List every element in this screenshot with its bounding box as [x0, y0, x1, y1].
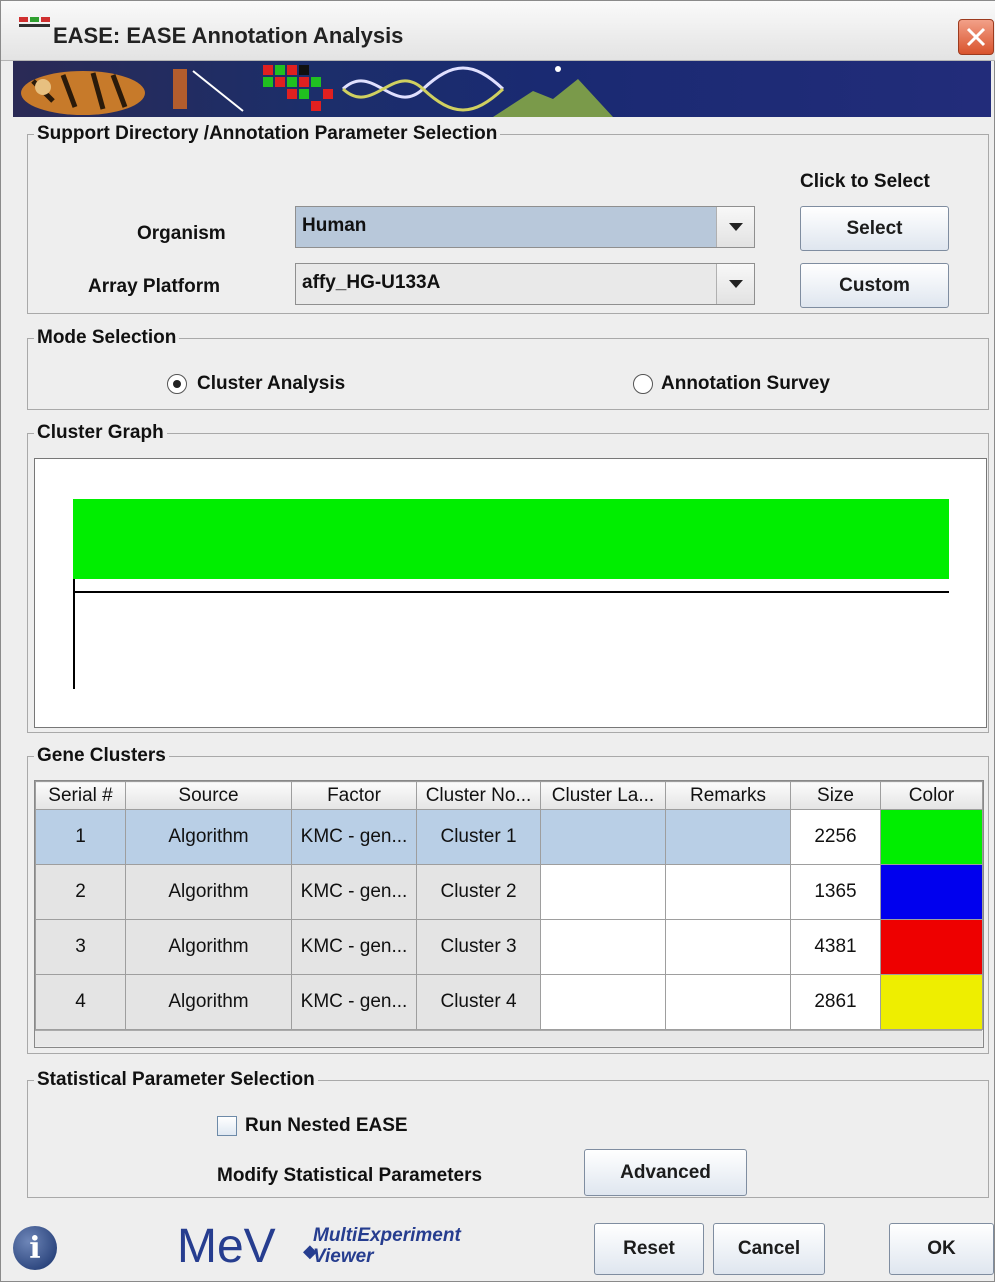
- column-header[interactable]: Cluster La...: [540, 781, 666, 810]
- organism-label: Organism: [137, 223, 226, 244]
- close-button[interactable]: [958, 19, 994, 55]
- cluster-analysis-radio[interactable]: [167, 374, 187, 394]
- info-icon[interactable]: i: [13, 1226, 57, 1270]
- app-icon: [19, 17, 50, 27]
- table-row[interactable]: 1 Algorithm KMC - gen... Cluster 1 2256: [35, 809, 983, 865]
- column-header[interactable]: Size: [790, 781, 881, 810]
- stats-group-title: Statistical Parameter Selection: [34, 1069, 318, 1091]
- chevron-down-icon[interactable]: [716, 264, 754, 304]
- array-platform-combo[interactable]: affy_HG-U133A: [295, 263, 755, 305]
- cluster-label-cell[interactable]: [540, 809, 666, 865]
- cluster-cell[interactable]: Cluster 3: [416, 919, 541, 975]
- remarks-cell[interactable]: [665, 809, 791, 865]
- modify-statistical-parameters-label: Modify Statistical Parameters: [217, 1165, 483, 1186]
- table-row[interactable]: 3 Algorithm KMC - gen... Cluster 3 4381: [35, 919, 983, 975]
- size-cell[interactable]: 4381: [790, 919, 881, 975]
- ease-dialog: EASE: EASE Annotation Analysis Support D…: [0, 0, 995, 1282]
- window-title: EASE: EASE Annotation Analysis: [53, 23, 404, 48]
- cluster-cell[interactable]: Cluster 2: [416, 864, 541, 920]
- remarks-cell[interactable]: [665, 864, 791, 920]
- size-cell[interactable]: 1365: [790, 864, 881, 920]
- annotation-survey-radio[interactable]: [633, 374, 653, 394]
- source-cell[interactable]: Algorithm: [125, 809, 292, 865]
- color-swatch-cell[interactable]: [880, 864, 983, 920]
- chevron-down-icon[interactable]: [716, 207, 754, 247]
- remarks-cell[interactable]: [665, 974, 791, 1030]
- factor-cell[interactable]: KMC - gen...: [291, 919, 417, 975]
- close-icon: [966, 27, 986, 47]
- cluster-label-cell[interactable]: [540, 919, 666, 975]
- source-cell[interactable]: Algorithm: [125, 864, 292, 920]
- mev-logo: MeV: [177, 1220, 276, 1273]
- statistical-parameter-group: Statistical Parameter Selection: [27, 1069, 989, 1198]
- table-row[interactable]: 2 Algorithm KMC - gen... Cluster 2 1365: [35, 864, 983, 920]
- cancel-button[interactable]: Cancel: [713, 1223, 825, 1275]
- banner-image: [21, 65, 613, 117]
- factor-cell[interactable]: KMC - gen...: [291, 974, 417, 1030]
- size-cell[interactable]: 2861: [790, 974, 881, 1030]
- factor-cell[interactable]: KMC - gen...: [291, 864, 417, 920]
- serial-cell[interactable]: 4: [35, 974, 126, 1030]
- cluster-cell[interactable]: Cluster 1: [416, 809, 541, 865]
- array-platform-label: Array Platform: [88, 276, 220, 297]
- clusters-table: Serial # Source Factor Cluster No... Clu…: [35, 781, 983, 1030]
- source-cell[interactable]: Algorithm: [125, 974, 292, 1030]
- column-header[interactable]: Color: [880, 781, 983, 810]
- mode-selection-group: Mode Selection: [27, 327, 989, 410]
- color-swatch-cell[interactable]: [880, 809, 983, 865]
- cluster-analysis-label[interactable]: Cluster Analysis: [197, 373, 345, 395]
- array-platform-value: affy_HG-U133A: [302, 272, 441, 293]
- cluster-graph-bar: [73, 499, 949, 579]
- column-header[interactable]: Cluster No...: [416, 781, 541, 810]
- graph-y-axis: [73, 579, 75, 689]
- mode-group-title: Mode Selection: [34, 327, 180, 349]
- cluster-label-cell[interactable]: [540, 864, 666, 920]
- serial-cell[interactable]: 1: [35, 809, 126, 865]
- column-header[interactable]: Source: [125, 781, 292, 810]
- size-cell[interactable]: 2256: [790, 809, 881, 865]
- logo-subtitle-line-2: Viewer: [313, 1246, 374, 1267]
- graph-x-axis: [73, 591, 949, 593]
- mev-logo-subtitle: MultiExperiment Viewer: [313, 1225, 461, 1267]
- serial-cell[interactable]: 2: [35, 864, 126, 920]
- custom-button[interactable]: Custom: [800, 263, 949, 308]
- title-bar[interactable]: EASE: EASE Annotation Analysis: [1, 1, 995, 61]
- advanced-button[interactable]: Advanced: [584, 1149, 747, 1196]
- color-swatch-cell[interactable]: [880, 974, 983, 1030]
- clusters-group-title: Gene Clusters: [34, 745, 169, 767]
- column-header[interactable]: Serial #: [35, 781, 126, 810]
- cluster-graph-canvas: [34, 458, 987, 728]
- logo-subtitle-line-1: MultiExperiment: [313, 1225, 461, 1246]
- source-cell[interactable]: Algorithm: [125, 919, 292, 975]
- remarks-cell[interactable]: [665, 919, 791, 975]
- organism-combo[interactable]: Human: [295, 206, 755, 248]
- column-header[interactable]: Remarks: [665, 781, 791, 810]
- header-banner: [13, 61, 991, 117]
- factor-cell[interactable]: KMC - gen...: [291, 809, 417, 865]
- organism-value: Human: [302, 215, 367, 236]
- horizontal-scrollbar[interactable]: [35, 1030, 982, 1046]
- cluster-cell[interactable]: Cluster 4: [416, 974, 541, 1030]
- color-swatch-cell[interactable]: [880, 919, 983, 975]
- click-to-select-label: Click to Select: [800, 171, 930, 192]
- graph-group-title: Cluster Graph: [34, 422, 167, 444]
- select-button[interactable]: Select: [800, 206, 949, 251]
- cluster-label-cell[interactable]: [540, 974, 666, 1030]
- support-group-title: Support Directory /Annotation Parameter …: [34, 123, 501, 145]
- reset-button[interactable]: Reset: [594, 1223, 704, 1275]
- annotation-survey-label[interactable]: Annotation Survey: [661, 373, 830, 395]
- table-row[interactable]: 4 Algorithm KMC - gen... Cluster 4 2861: [35, 974, 983, 1030]
- column-header[interactable]: Factor: [291, 781, 417, 810]
- run-nested-ease-checkbox[interactable]: [217, 1116, 237, 1136]
- table-header-row: Serial # Source Factor Cluster No... Clu…: [35, 781, 983, 810]
- serial-cell[interactable]: 3: [35, 919, 126, 975]
- ok-button[interactable]: OK: [889, 1223, 994, 1275]
- run-nested-ease-label[interactable]: Run Nested EASE: [245, 1115, 408, 1137]
